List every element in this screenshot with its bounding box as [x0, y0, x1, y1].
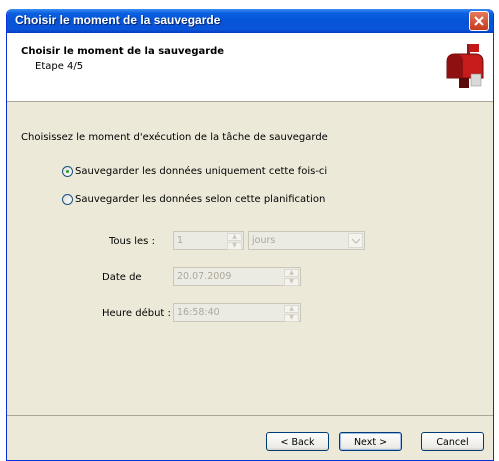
- interval-spin[interactable]: ▲ ▼: [227, 233, 242, 250]
- chevron-down-icon[interactable]: [348, 233, 363, 248]
- every-label: Tous les :: [109, 236, 155, 247]
- start-time-field[interactable]: 16:58:40 ▲ ▼: [173, 303, 301, 322]
- mailbox-icon: [445, 40, 485, 93]
- wizard-content: Choisissez le moment d'exécution de la t…: [7, 102, 493, 417]
- title-bar[interactable]: Choisir le moment de la sauvegarde: [7, 9, 493, 33]
- page-title: Choisir le moment de la sauvegarde: [21, 46, 225, 57]
- interval-stepper[interactable]: 1 ▲ ▼: [173, 231, 244, 250]
- date-value: 20.07.2009: [177, 271, 232, 282]
- window-title: Choisir le moment de la sauvegarde: [15, 13, 221, 27]
- next-button[interactable]: Next >: [339, 432, 402, 451]
- interval-value: 1: [177, 235, 184, 246]
- spin-down-icon[interactable]: ▼: [284, 314, 299, 322]
- date-label: Date de: [102, 272, 142, 283]
- time-spin[interactable]: ▲ ▼: [284, 305, 299, 322]
- radio-scheduled[interactable]: [62, 194, 73, 205]
- option-scheduled-label: Sauvegarder les données selon cette plan…: [75, 194, 326, 205]
- date-field[interactable]: 20.07.2009 ▲ ▼: [173, 267, 301, 286]
- spin-down-icon[interactable]: ▼: [284, 278, 299, 286]
- date-spin[interactable]: ▲ ▼: [284, 269, 299, 286]
- close-icon: [474, 16, 484, 26]
- intro-text: Choisissez le moment d'exécution de la t…: [21, 132, 328, 143]
- spin-up-icon[interactable]: ▲: [284, 269, 299, 277]
- wizard-footer: < Back Next > Cancel: [7, 415, 493, 460]
- spin-up-icon[interactable]: ▲: [227, 233, 242, 241]
- start-time-label: Heure début :: [102, 308, 171, 319]
- wizard-header: Choisir le moment de la sauvegarde Etape…: [7, 33, 493, 102]
- wizard-window: Choisir le moment de la sauvegarde Chois…: [6, 9, 494, 461]
- spin-up-icon[interactable]: ▲: [284, 305, 299, 313]
- option-once-label: Sauvegarder les données uniquement cette…: [75, 166, 328, 177]
- unit-select[interactable]: jours: [248, 231, 365, 250]
- spin-down-icon[interactable]: ▼: [227, 242, 242, 250]
- back-button[interactable]: < Back: [266, 432, 329, 451]
- cancel-button[interactable]: Cancel: [421, 432, 484, 451]
- option-scheduled[interactable]: Sauvegarder les données selon cette plan…: [62, 194, 325, 205]
- option-once[interactable]: Sauvegarder les données uniquement cette…: [62, 166, 327, 177]
- close-button[interactable]: [469, 11, 489, 31]
- start-time-value: 16:58:40: [177, 307, 220, 318]
- radio-once[interactable]: [62, 166, 73, 177]
- unit-value: jours: [252, 235, 276, 246]
- step-indicator: Etape 4/5: [35, 61, 84, 72]
